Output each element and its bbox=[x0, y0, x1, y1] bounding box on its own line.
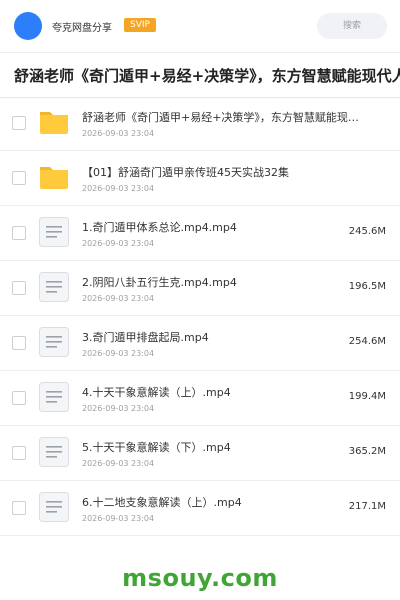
username: 夸克网盘分享 bbox=[52, 23, 112, 34]
file-name: 【01】舒涵奇门遁甲亲传班45天实战32集 bbox=[82, 166, 289, 179]
footer: msouy.com bbox=[0, 553, 400, 600]
checkbox[interactable] bbox=[12, 171, 26, 185]
file-date: 2026-09-03 23:04 bbox=[82, 129, 155, 138]
file-date: 2026-09-03 23:04 bbox=[82, 294, 155, 303]
file-date: 2026-09-03 23:04 bbox=[82, 459, 155, 468]
file-row[interactable]: 5.十天干象意解读（下）.mp4 2026-09-03 23:04 365.2M bbox=[0, 426, 400, 481]
watermark: msouy.com bbox=[122, 564, 278, 592]
folder-title-bar: 舒涵老师《奇门遁甲+易经+决策学》，东方智慧赋能现代人 bbox=[0, 52, 400, 98]
file-name: 3.奇门遁甲排盘起局.mp4 bbox=[82, 331, 209, 344]
file-date: 2026-09-03 23:04 bbox=[82, 404, 155, 413]
file-size: 365.2M bbox=[348, 446, 386, 457]
folder-icon bbox=[38, 106, 70, 138]
file-icon bbox=[38, 326, 70, 358]
file-row[interactable]: 1.奇门遁甲体系总论.mp4.mp4 2026-09-03 23:04 245.6M bbox=[0, 206, 400, 261]
file-name: 4.十天干象意解读（上）.mp4 bbox=[82, 386, 231, 399]
file-row[interactable]: 舒涵老师《奇门遁甲+易经+决策学》，东方智慧赋能现… 2026-09-03 23:… bbox=[0, 96, 400, 151]
file-name: 舒涵老师《奇门遁甲+易经+决策学》，东方智慧赋能现… bbox=[82, 111, 359, 124]
file-size: 199.4M bbox=[348, 391, 386, 402]
header: 夸克网盘分享 SVIP 搜索 bbox=[0, 0, 400, 52]
file-name: 5.十天干象意解读（下）.mp4 bbox=[82, 441, 231, 454]
file-icon bbox=[38, 381, 70, 413]
file-name: 2.阴阳八卦五行生克.mp4.mp4 bbox=[82, 276, 237, 289]
checkbox[interactable] bbox=[12, 446, 26, 460]
checkbox[interactable] bbox=[12, 391, 26, 405]
file-icon bbox=[38, 491, 70, 523]
file-size: 217.1M bbox=[348, 501, 386, 512]
file-row[interactable]: 6.十二地支象意解读（上）.mp4 2026-09-03 23:04 217.1M bbox=[0, 481, 400, 536]
checkbox[interactable] bbox=[12, 226, 26, 240]
folder-icon bbox=[38, 161, 70, 193]
file-name: 1.奇门遁甲体系总论.mp4.mp4 bbox=[82, 221, 237, 234]
file-row[interactable]: 4.十天干象意解读（上）.mp4 2026-09-03 23:04 199.4M bbox=[0, 371, 400, 426]
file-row[interactable]: 3.奇门遁甲排盘起局.mp4 2026-09-03 23:04 254.6M bbox=[0, 316, 400, 371]
file-size: 254.6M bbox=[348, 336, 386, 347]
file-name: 6.十二地支象意解读（上）.mp4 bbox=[82, 496, 242, 509]
file-icon bbox=[38, 436, 70, 468]
file-date: 2026-09-03 23:04 bbox=[82, 239, 155, 248]
file-icon bbox=[38, 216, 70, 248]
file-date: 2026-09-03 23:04 bbox=[82, 184, 155, 193]
file-date: 2026-09-03 23:04 bbox=[82, 514, 155, 523]
file-date: 2026-09-03 23:04 bbox=[82, 349, 155, 358]
file-icon bbox=[38, 271, 70, 303]
file-row[interactable]: 2.阴阳八卦五行生克.mp4.mp4 2026-09-03 23:04 196.5M bbox=[0, 261, 400, 316]
checkbox[interactable] bbox=[12, 336, 26, 350]
file-size: 245.6M bbox=[348, 226, 386, 237]
file-size: 196.5M bbox=[348, 281, 386, 292]
checkbox[interactable] bbox=[12, 281, 26, 295]
svip-badge: SVIP bbox=[124, 18, 156, 32]
folder-title: 舒涵老师《奇门遁甲+易经+决策学》，东方智慧赋能现代人 bbox=[14, 67, 400, 85]
avatar[interactable] bbox=[14, 12, 42, 40]
file-list: 舒涵老师《奇门遁甲+易经+决策学》，东方智慧赋能现… 2026-09-03 23:… bbox=[0, 96, 400, 536]
checkbox[interactable] bbox=[12, 116, 26, 130]
search-button[interactable]: 搜索 bbox=[317, 13, 387, 39]
checkbox[interactable] bbox=[12, 501, 26, 515]
file-row[interactable]: 【01】舒涵奇门遁甲亲传班45天实战32集 2026-09-03 23:04 bbox=[0, 151, 400, 206]
